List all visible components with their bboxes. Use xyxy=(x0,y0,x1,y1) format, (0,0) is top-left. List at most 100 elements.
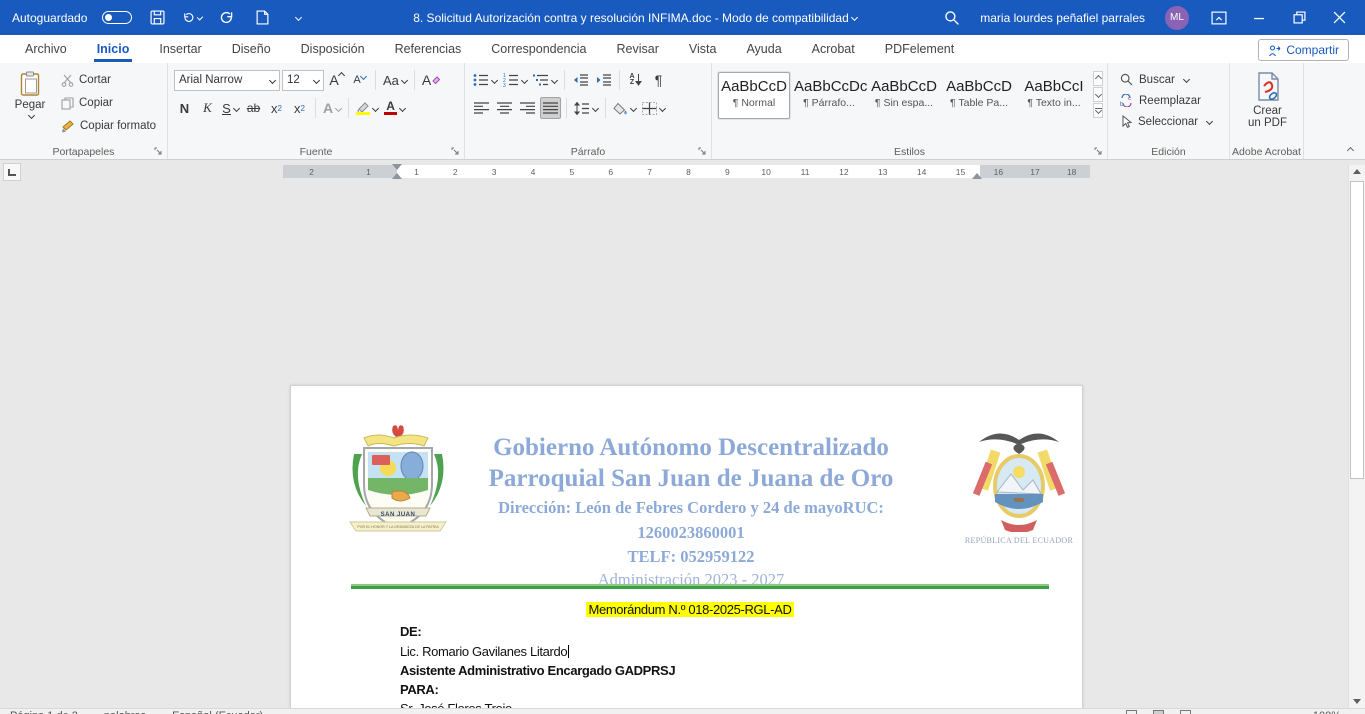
italic-button[interactable]: K xyxy=(197,97,218,119)
ribbon-tab[interactable]: Ayuda xyxy=(733,37,794,62)
numbering-button[interactable]: 123 xyxy=(501,69,529,91)
tab-stop-selector[interactable] xyxy=(3,163,21,181)
title-chevron-icon[interactable] xyxy=(851,13,858,20)
document-page[interactable]: SAN JUAN POR EL HONOR Y LA GRANDEZA DE L… xyxy=(290,385,1083,714)
paste-button[interactable]: Pegar xyxy=(6,69,54,137)
align-center-icon xyxy=(497,102,512,114)
align-right-button[interactable] xyxy=(517,97,538,119)
horizontal-ruler[interactable]: 21 123456789101112131415 161718 xyxy=(283,165,1090,178)
font-color-button[interactable]: A xyxy=(382,97,407,119)
increase-indent-button[interactable] xyxy=(593,69,614,91)
create-pdf-button[interactable]: Crearun PDF xyxy=(1236,69,1299,129)
styles-dialog-launcher-icon[interactable] xyxy=(1094,147,1103,156)
style-card[interactable]: AaBbCcD ¶ Sin espa... xyxy=(868,72,940,119)
superscript-button[interactable]: x2 xyxy=(289,97,310,119)
web-layout-icon[interactable] xyxy=(1180,710,1191,714)
ribbon-tab[interactable]: Insertar xyxy=(146,37,214,62)
multilevel-list-button[interactable] xyxy=(531,69,559,91)
styles-more-icon[interactable] xyxy=(1093,103,1103,118)
show-paragraph-marks-button[interactable]: ¶ xyxy=(648,69,669,91)
user-name[interactable]: maria lourdes peñafiel parrales xyxy=(980,11,1145,25)
collapse-ribbon-icon[interactable] xyxy=(1345,141,1353,155)
change-case-button[interactable]: Aa xyxy=(381,69,409,91)
undo-icon[interactable] xyxy=(182,6,202,30)
font-dialog-launcher-icon[interactable] xyxy=(451,147,460,156)
page-indicator[interactable]: Página 1 de 2 xyxy=(10,710,78,714)
bold-button[interactable]: N xyxy=(174,97,195,119)
underline-button[interactable]: S xyxy=(220,97,241,119)
find-icon xyxy=(1120,73,1133,86)
format-painter-button[interactable]: Copiar formato xyxy=(58,115,159,137)
line-spacing-button[interactable] xyxy=(572,97,600,119)
vertical-scrollbar[interactable] xyxy=(1348,165,1365,708)
acrobat-group: Crearun PDF Adobe Acrobat xyxy=(1230,63,1304,159)
search-icon[interactable] xyxy=(944,10,960,26)
ribbon-tab[interactable]: Archivo xyxy=(12,37,80,62)
avatar[interactable]: ML xyxy=(1165,6,1189,30)
quick-access-more-icon[interactable] xyxy=(287,6,307,30)
ribbon-tab[interactable]: Vista xyxy=(676,37,730,62)
paragraph-dialog-launcher-icon[interactable] xyxy=(698,147,707,156)
strikethrough-button[interactable]: ab xyxy=(243,97,264,119)
ribbon-tab[interactable]: Inicio xyxy=(84,37,143,62)
align-left-button[interactable] xyxy=(471,97,492,119)
print-layout-icon[interactable] xyxy=(1153,710,1164,714)
bullets-button[interactable] xyxy=(471,69,499,91)
clear-formatting-button[interactable]: A xyxy=(420,69,442,91)
find-button[interactable]: Buscar xyxy=(1120,69,1225,90)
scroll-down-icon[interactable] xyxy=(1353,699,1361,704)
ribbon-tab[interactable]: Correspondencia xyxy=(478,37,599,62)
restore-button[interactable] xyxy=(1289,6,1309,30)
ribbon-tab[interactable]: Revisar xyxy=(603,37,671,62)
clipboard-dialog-launcher-icon[interactable] xyxy=(154,147,163,156)
read-mode-icon[interactable] xyxy=(1126,710,1137,714)
ribbon-tab[interactable]: Acrobat xyxy=(799,37,868,62)
redo-icon[interactable] xyxy=(217,6,237,30)
minimize-button[interactable] xyxy=(1249,6,1269,30)
new-document-icon[interactable] xyxy=(252,6,272,30)
ribbon-display-options-icon[interactable] xyxy=(1209,6,1229,30)
ribbon-tab[interactable]: Diseño xyxy=(219,37,284,62)
scroll-up-icon[interactable] xyxy=(1353,169,1361,174)
font-name-select[interactable]: Arial Narrow xyxy=(174,70,280,91)
word-count[interactable]: palabras xyxy=(104,710,146,714)
first-line-indent-marker[interactable] xyxy=(392,164,402,170)
replace-button[interactable]: bc Reemplazar xyxy=(1120,90,1225,111)
select-button[interactable]: Seleccionar xyxy=(1120,111,1225,132)
style-card[interactable]: AaBbCcD ¶ Table Pa... xyxy=(943,72,1015,119)
share-button[interactable]: Compartir xyxy=(1258,39,1349,61)
copy-button[interactable]: Copiar xyxy=(58,92,159,114)
style-card[interactable]: AaBbCcD ¶ Normal xyxy=(718,72,790,119)
font-size-select[interactable]: 12 xyxy=(282,70,324,91)
left-indent-marker[interactable] xyxy=(392,173,402,179)
scrollbar-thumb[interactable] xyxy=(1350,181,1364,479)
style-card[interactable]: AaBbCcI ¶ Texto in... xyxy=(1018,72,1090,119)
shading-button[interactable] xyxy=(611,97,638,119)
autosave-toggle[interactable] xyxy=(102,11,132,24)
grow-font-button[interactable]: A xyxy=(326,69,347,91)
memo-body[interactable]: Memorándum N.º 018-2025-RGL-AD DE: Lic. … xyxy=(400,600,980,714)
borders-button[interactable] xyxy=(640,97,667,119)
zoom-level[interactable]: 100% xyxy=(1313,710,1341,714)
subscript-button[interactable]: x2 xyxy=(266,97,287,119)
justify-button[interactable] xyxy=(540,97,561,119)
close-button[interactable] xyxy=(1329,6,1349,30)
save-icon[interactable] xyxy=(147,6,167,30)
text-effects-button[interactable]: A xyxy=(321,97,343,119)
ribbon-tab[interactable]: Disposición xyxy=(288,37,378,62)
sort-button[interactable]: AZ xyxy=(625,69,646,91)
shrink-font-button[interactable]: A xyxy=(349,69,370,91)
style-card[interactable]: AaBbCcDc ¶ Párrafo... xyxy=(793,72,865,119)
ribbon-tab[interactable]: PDFelement xyxy=(872,37,967,62)
styles-scroll-up-icon[interactable] xyxy=(1093,71,1103,86)
ribbon: Pegar Cortar Copiar Copiar formato Porta… xyxy=(0,63,1365,160)
language-indicator[interactable]: Español (Ecuador) xyxy=(172,710,263,714)
highlight-button[interactable] xyxy=(354,97,380,119)
ribbon-tab[interactable]: Referencias xyxy=(382,37,475,62)
cut-button[interactable]: Cortar xyxy=(58,69,159,91)
font-group: Arial Narrow 12 A A Aa A N K S ab x2 x2 … xyxy=(168,63,465,159)
decrease-indent-button[interactable] xyxy=(570,69,591,91)
styles-scroll-down-icon[interactable] xyxy=(1093,87,1103,102)
align-center-button[interactable] xyxy=(494,97,515,119)
right-indent-marker[interactable] xyxy=(972,173,982,179)
